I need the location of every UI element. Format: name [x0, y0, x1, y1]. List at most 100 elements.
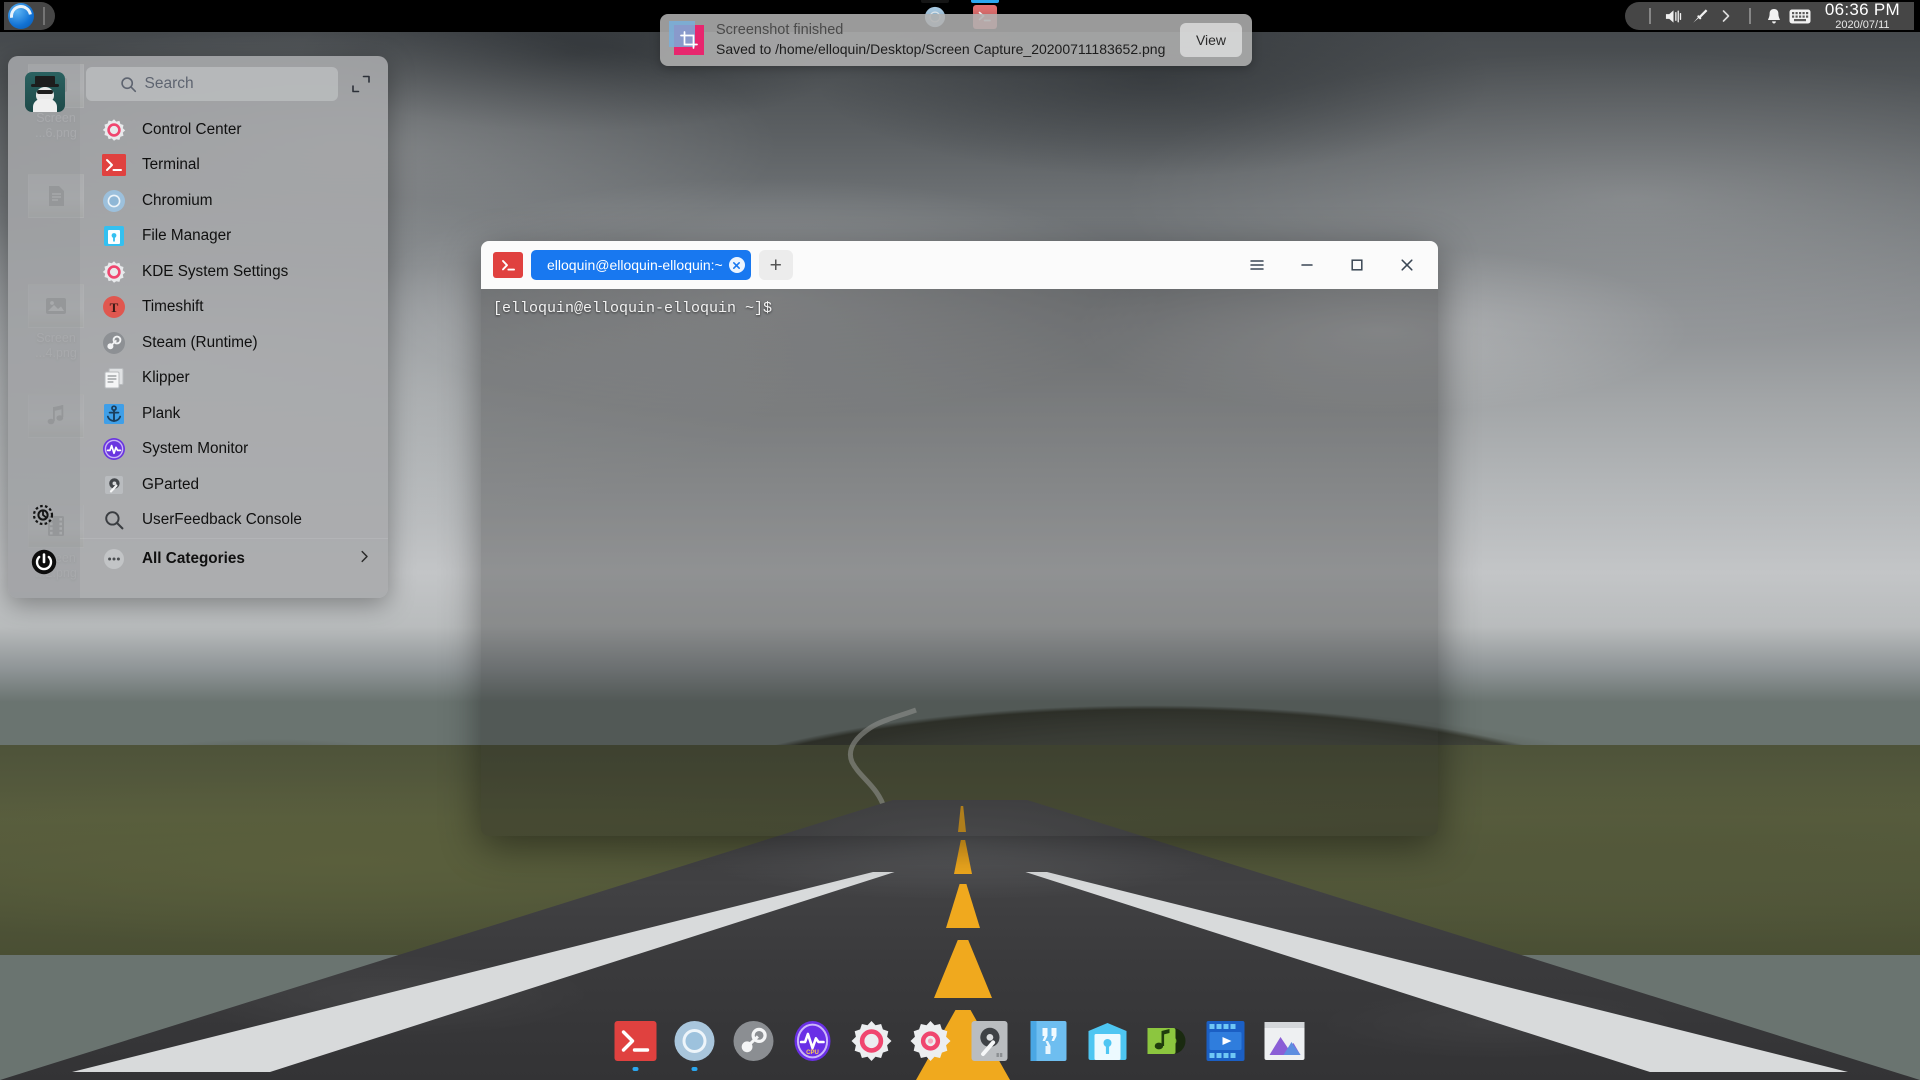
- dock-item-steam[interactable]: [730, 1017, 778, 1065]
- system-monitor-icon: [102, 437, 126, 461]
- search-input[interactable]: [144, 75, 305, 93]
- control-center-icon: [850, 1019, 894, 1063]
- svg-text:CPU: CPU: [806, 1050, 819, 1056]
- svg-text:T: T: [110, 300, 119, 315]
- steam-icon: [732, 1019, 776, 1063]
- dock-item-file-manager[interactable]: [1084, 1017, 1132, 1065]
- brush-icon[interactable]: [1687, 4, 1713, 28]
- chevron-right-icon[interactable]: [1713, 4, 1739, 28]
- window-controls: [1232, 241, 1432, 289]
- dock-item-text-editor[interactable]: [1025, 1017, 1073, 1065]
- terminal-icon: [493, 252, 523, 278]
- app-item-file-manager[interactable]: File Manager: [80, 219, 388, 255]
- plank-anchor-icon: [102, 402, 126, 426]
- keyboard-icon[interactable]: [1787, 4, 1813, 28]
- chromium-icon: [673, 1019, 717, 1063]
- dock-item-control-center[interactable]: [848, 1017, 896, 1065]
- file-manager-icon: [1086, 1019, 1130, 1063]
- video-player-icon: [1204, 1019, 1248, 1063]
- tray-separator-1: [1648, 8, 1651, 24]
- terminal-icon: [102, 153, 126, 177]
- app-item-steam-runtime[interactable]: Steam (Runtime): [80, 325, 388, 361]
- terminal-content[interactable]: [elloquin@elloquin-elloquin ~]$: [481, 289, 1438, 836]
- app-item-chromium[interactable]: Chromium: [80, 183, 388, 219]
- panel-clock[interactable]: 06:36 PM 2020/07/11: [1825, 1, 1900, 31]
- terminal-tab[interactable]: elloquin@elloquin-elloquin:~: [531, 250, 751, 280]
- kde-settings-icon: [102, 260, 126, 284]
- dock-item-image-viewer[interactable]: [1261, 1017, 1309, 1065]
- new-tab-button[interactable]: +: [758, 250, 793, 280]
- app-label: File Manager: [142, 227, 232, 245]
- app-label: All Categories: [142, 549, 245, 567]
- bell-icon[interactable]: [1761, 4, 1787, 28]
- power-icon[interactable]: [30, 548, 58, 576]
- app-item-plank[interactable]: Plank: [80, 396, 388, 432]
- dock-item-chromium[interactable]: [671, 1017, 719, 1071]
- terminal-icon: [614, 1019, 658, 1063]
- app-item-timeshift[interactable]: T Timeshift: [80, 290, 388, 326]
- task-indicator-terminal: [971, 0, 999, 3]
- app-label: System Monitor: [142, 440, 249, 458]
- terminal-titlebar[interactable]: elloquin@elloquin-elloquin:~ +: [481, 241, 1438, 289]
- search-icon: [120, 76, 137, 93]
- dock-item-gparted[interactable]: [966, 1017, 1014, 1065]
- chromium-icon: [102, 189, 126, 213]
- control-center-icon: [102, 118, 126, 142]
- minimize-icon[interactable]: [1282, 241, 1332, 289]
- app-label: Steam (Runtime): [142, 333, 258, 351]
- gparted-icon: [968, 1019, 1012, 1063]
- file-manager-icon: [102, 224, 126, 248]
- avatar-body: [33, 99, 57, 112]
- dock-item-video-player[interactable]: [1202, 1017, 1250, 1065]
- settings-gear-icon[interactable]: [30, 502, 58, 530]
- launcher-app-list: Control Center Terminal Chromium File Ma…: [80, 112, 388, 598]
- notification-view-button[interactable]: View: [1180, 23, 1242, 57]
- application-launcher-menu[interactable]: Control Center Terminal: [8, 56, 388, 598]
- terminal-window[interactable]: elloquin@elloquin-elloquin:~ + [elloquin…: [481, 241, 1438, 836]
- app-item-klipper[interactable]: Klipper: [80, 361, 388, 397]
- notification-popup[interactable]: Screenshot finished Saved to /home/elloq…: [660, 14, 1252, 66]
- close-icon[interactable]: [1382, 241, 1432, 289]
- app-label: Klipper: [142, 369, 190, 387]
- tray-separator-2: [1748, 8, 1751, 24]
- notification-title: Screenshot finished: [716, 22, 844, 38]
- terminal-prompt: [elloquin@elloquin-elloquin ~]$: [493, 300, 773, 317]
- steam-icon: [102, 331, 126, 355]
- dock-item-kde-settings[interactable]: [907, 1017, 955, 1065]
- app-item-gparted[interactable]: GParted: [80, 467, 388, 503]
- app-item-terminal[interactable]: Terminal: [80, 148, 388, 184]
- terminal-tab-label: elloquin@elloquin-elloquin:~: [547, 257, 723, 273]
- dock-running-indicator: [691, 1067, 698, 1071]
- app-label: Control Center: [142, 120, 242, 138]
- volume-icon[interactable]: [1661, 4, 1687, 28]
- music-player-icon: [1145, 1019, 1189, 1063]
- app-item-all-categories[interactable]: All Categories: [80, 538, 388, 578]
- fullscreen-expand-icon[interactable]: [348, 71, 374, 97]
- app-item-control-center[interactable]: Control Center: [80, 112, 388, 148]
- launcher-sidebar: [8, 56, 80, 598]
- notification-body: Saved to /home/elloquin/Desktop/Screen C…: [716, 41, 1166, 57]
- kde-settings-icon: [909, 1019, 953, 1063]
- app-label: GParted: [142, 475, 199, 493]
- search-box[interactable]: [86, 67, 338, 101]
- task-indicator-chromium: [921, 0, 949, 3]
- system-tray: 06:36 PM 2020/07/11: [1624, 1, 1914, 31]
- dock-item-system-monitor[interactable]: CPU: [789, 1017, 837, 1065]
- user-avatar[interactable]: [25, 72, 65, 112]
- notification-text: Screenshot finished Saved to /home/elloq…: [716, 21, 1168, 59]
- launcher-main-panel: Control Center Terminal: [80, 56, 388, 598]
- app-label: Chromium: [142, 191, 213, 209]
- maximize-icon[interactable]: [1332, 241, 1382, 289]
- hamburger-menu-icon[interactable]: [1232, 241, 1282, 289]
- app-item-userfeedback-console[interactable]: UserFeedback Console: [80, 503, 388, 539]
- app-label: KDE System Settings: [142, 262, 289, 280]
- dock-item-music-player[interactable]: [1143, 1017, 1191, 1065]
- dock-item-terminal[interactable]: [612, 1017, 660, 1071]
- close-icon[interactable]: [728, 257, 745, 273]
- app-item-kde-system-settings[interactable]: KDE System Settings: [80, 254, 388, 290]
- app-label: Plank: [142, 404, 181, 422]
- app-label: UserFeedback Console: [142, 511, 302, 529]
- app-item-system-monitor[interactable]: System Monitor: [80, 432, 388, 468]
- klipper-icon: [102, 366, 126, 390]
- screenshot-crop-icon: [669, 21, 704, 55]
